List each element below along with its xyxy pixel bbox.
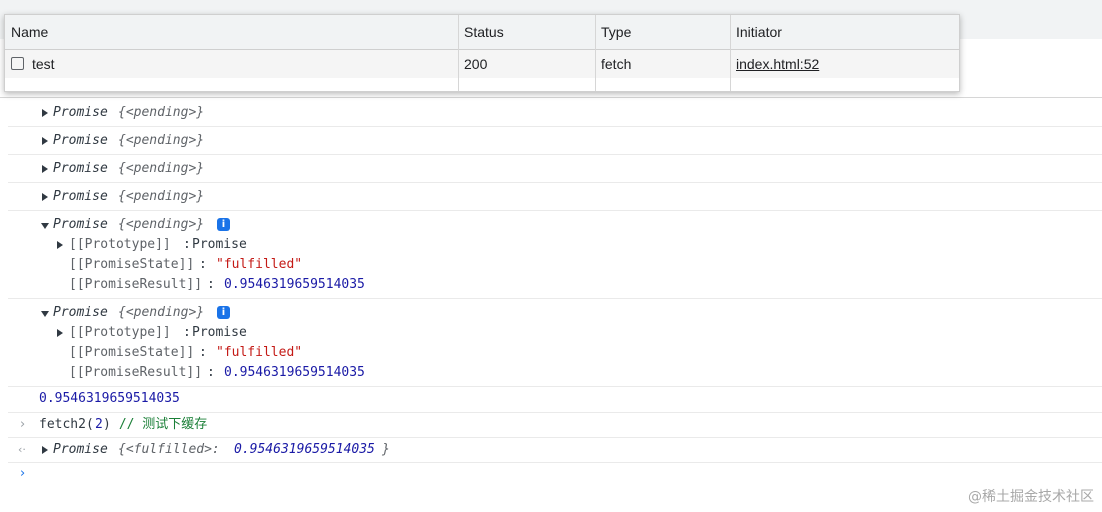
- column-header-type[interactable]: Type: [595, 15, 730, 49]
- colon-separator: :: [207, 277, 223, 292]
- prototype-value: Promise: [192, 237, 247, 252]
- promise-state-value: "fulfilled": [216, 257, 303, 272]
- request-name-cell[interactable]: test: [5, 50, 458, 78]
- message-divider: [8, 298, 1102, 299]
- promise-label[interactable]: Promise: [53, 216, 108, 234]
- input-comment: // 测试下缓存: [111, 417, 208, 432]
- promise-label[interactable]: Promise: [53, 132, 108, 150]
- promise-label[interactable]: Promise: [53, 441, 108, 459]
- message-divider: [8, 412, 1102, 413]
- input-call: fetch2(: [39, 417, 94, 432]
- expand-triangle-icon[interactable]: [42, 193, 48, 201]
- request-type: fetch: [601, 56, 632, 72]
- column-header-name[interactable]: Name: [5, 15, 458, 49]
- promise-result-key: [[PromiseResult]]: [69, 277, 203, 292]
- prototype-value: Promise: [192, 325, 247, 340]
- promise-result-value: 0.9546319659514035: [224, 277, 365, 292]
- watermark: @稀土掘金技术社区: [968, 489, 1094, 505]
- expand-triangle-icon[interactable]: [42, 109, 48, 117]
- info-icon[interactable]: i: [217, 306, 230, 319]
- prototype-key[interactable]: [[Prototype]]: [69, 324, 171, 342]
- colon-separator: :: [199, 257, 215, 272]
- promise-pending: {<pending>}: [118, 305, 205, 320]
- promise-pending: {<pending>}: [118, 217, 205, 232]
- request-initiator-cell: index.html:52: [730, 50, 959, 78]
- initiator-link[interactable]: index.html:52: [736, 56, 819, 72]
- expand-triangle-icon[interactable]: [57, 329, 63, 337]
- collapse-triangle-icon[interactable]: [41, 223, 49, 229]
- request-name: test: [32, 56, 55, 72]
- info-icon[interactable]: i: [217, 218, 230, 231]
- promise-fulfilled-value: 0.9546319659514035: [234, 442, 375, 457]
- column-header-initiator[interactable]: Initiator: [730, 15, 959, 49]
- promise-pending: {<pending>}: [118, 105, 205, 120]
- input-close: ): [103, 417, 111, 432]
- message-divider: [8, 126, 1102, 127]
- expand-triangle-icon[interactable]: [57, 241, 63, 249]
- input-arg: 2: [95, 417, 103, 432]
- message-divider: [8, 210, 1102, 211]
- expand-triangle-icon[interactable]: [42, 165, 48, 173]
- console-number-output: 0.9546319659514035: [39, 391, 180, 406]
- expand-triangle-icon[interactable]: [42, 446, 48, 454]
- column-header-status[interactable]: Status: [458, 15, 595, 49]
- network-request-popup: Name Status Type Initiator test 200 fetc…: [4, 14, 960, 92]
- promise-pending: {<pending>}: [118, 161, 205, 176]
- promise-pending: {<pending>}: [118, 133, 205, 148]
- promise-fulfilled-open: {<fulfilled>:: [118, 442, 228, 457]
- promise-pending: {<pending>}: [118, 189, 205, 204]
- message-divider: [8, 182, 1102, 183]
- colon-separator: :: [199, 345, 215, 360]
- promise-state-key: [[PromiseState]]: [69, 345, 195, 360]
- promise-state-value: "fulfilled": [216, 345, 303, 360]
- promise-state-key: [[PromiseState]]: [69, 257, 195, 272]
- message-divider: [8, 462, 1102, 463]
- prototype-key[interactable]: [[Prototype]]: [69, 236, 171, 254]
- promise-label[interactable]: Promise: [53, 304, 108, 322]
- expand-triangle-icon[interactable]: [42, 137, 48, 145]
- message-divider: [8, 154, 1102, 155]
- message-divider: [8, 437, 1102, 438]
- promise-fulfilled-close: }: [382, 442, 390, 457]
- colon-separator: :: [207, 365, 223, 380]
- input-chevron-icon: ›: [20, 417, 26, 432]
- promise-label[interactable]: Promise: [53, 160, 108, 178]
- promise-result-value: 0.9546319659514035: [224, 365, 365, 380]
- request-status: 200: [464, 56, 488, 72]
- promise-label[interactable]: Promise: [53, 104, 108, 122]
- output-arrow-icon: ‹·: [18, 443, 26, 456]
- promise-result-key: [[PromiseResult]]: [69, 365, 203, 380]
- request-checkbox[interactable]: [11, 57, 24, 70]
- promise-label[interactable]: Promise: [53, 188, 108, 206]
- console-prompt-chevron-icon[interactable]: ›: [20, 465, 25, 483]
- collapse-triangle-icon[interactable]: [41, 311, 49, 317]
- message-divider: [8, 386, 1102, 387]
